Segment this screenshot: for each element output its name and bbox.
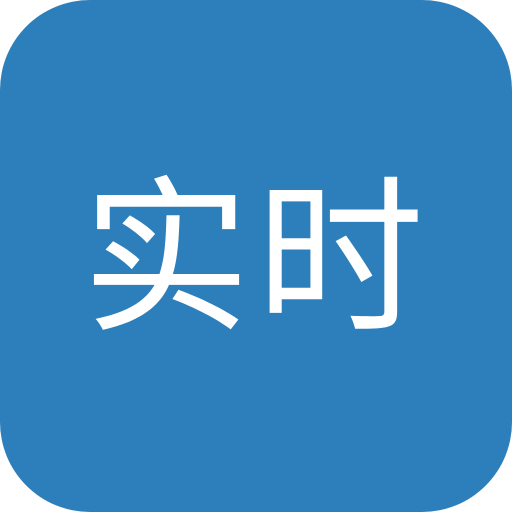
- app-icon[interactable]: 实时: [0, 0, 512, 512]
- app-icon-label: 实时: [82, 161, 430, 357]
